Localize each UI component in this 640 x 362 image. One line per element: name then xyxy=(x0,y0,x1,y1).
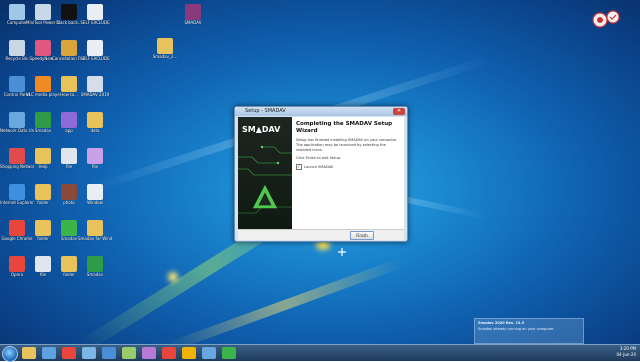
recycle-bin-icon xyxy=(9,40,25,56)
launch-checkbox[interactable]: ✓ xyxy=(296,164,302,170)
document-icon xyxy=(87,40,103,56)
folder-icon xyxy=(35,184,51,200)
smadav-banner: SM▲DAV xyxy=(238,117,292,229)
dialog-body: SM▲DAV Completing the SMADAV Setup Wizar… xyxy=(238,117,404,229)
smadav-icon xyxy=(35,112,51,128)
desktop-icon[interactable]: data xyxy=(78,112,112,133)
app-icon xyxy=(61,112,77,128)
desktop-icon[interactable]: Smadav for Windows 10 xyxy=(78,220,112,241)
close-button[interactable]: ✕ xyxy=(393,108,405,115)
minitool-icon xyxy=(35,4,51,20)
app-icon[interactable] xyxy=(142,347,156,359)
sticker-badge xyxy=(592,10,620,28)
wallpaper-glow xyxy=(168,272,178,282)
smadav-triangle-logo-icon xyxy=(252,184,278,209)
desktop-icon-label: Smadav for Windows 10 xyxy=(78,236,112,241)
app-icon[interactable] xyxy=(82,347,96,359)
desktop-icon-label: SMADAV 2019 xyxy=(80,92,110,97)
ie-icon xyxy=(9,184,25,200)
smadav-icon xyxy=(87,256,103,272)
document-icon xyxy=(157,38,173,54)
dialog-heading: Completing the SMADAV Setup Wizard xyxy=(296,121,393,134)
dialog-titlebar[interactable]: Setup - SMADAV ✕ xyxy=(235,107,407,116)
dialog-content: Completing the SMADAV Setup Wizard Setup… xyxy=(296,121,402,170)
dialog-instruction: Click Finish to exit Setup. xyxy=(296,156,342,160)
photo-icon xyxy=(61,184,77,200)
folder-icon xyxy=(61,256,77,272)
desktop-icon-label: SELF EXCLUDE xyxy=(80,20,110,25)
desktop-icon-label: data xyxy=(90,128,100,133)
desktop-icon-label: Smadav_2... xyxy=(152,54,178,59)
vlc-icon xyxy=(35,76,51,92)
folder-icon xyxy=(87,112,103,128)
winrar-icon xyxy=(185,4,201,20)
desktop-icon-label: SMADAV xyxy=(184,20,202,25)
folder-icon xyxy=(35,148,51,164)
app-icon[interactable] xyxy=(202,347,216,359)
document-icon xyxy=(87,4,103,20)
app-icon xyxy=(35,40,51,56)
dialog-title: Setup - SMADAV xyxy=(245,108,286,114)
desktop-icon[interactable]: SELF EXCLUDE xyxy=(78,4,112,25)
folder-icon xyxy=(35,220,51,236)
opera-icon[interactable] xyxy=(162,347,176,359)
launch-checkbox-row[interactable]: ✓ Launch SMADAV xyxy=(296,164,402,170)
image-file-icon xyxy=(61,4,77,20)
desktop: ComputerMiniTool Power Dat...black back.… xyxy=(0,0,640,344)
circuit-pattern-icon xyxy=(238,145,292,214)
opera-icon xyxy=(9,256,25,272)
chrome-icon xyxy=(9,220,25,236)
document-icon xyxy=(87,148,103,164)
smadav-icon[interactable] xyxy=(222,347,236,359)
chrome-icon[interactable] xyxy=(182,347,196,359)
desktop-icon[interactable]: SELF EXCLUDE xyxy=(78,40,112,61)
desktop-icon[interactable]: Smadav xyxy=(78,256,112,277)
taskbar: 3:20 PM 04-Jun-20 xyxy=(0,344,640,362)
dialog-footer: Finish xyxy=(238,229,404,240)
computer-icon xyxy=(9,4,25,20)
desktop-icon-label: file xyxy=(91,164,99,169)
smadav-icon xyxy=(87,220,103,236)
smadav-icon xyxy=(61,220,77,236)
launch-checkbox-label: Launch SMADAV xyxy=(304,165,334,169)
folder-icon xyxy=(61,76,77,92)
document-icon xyxy=(61,148,77,164)
desktop-icon[interactable]: SMADAV 2019 xyxy=(78,76,112,97)
app-icon[interactable] xyxy=(122,347,136,359)
app-icon[interactable] xyxy=(102,347,116,359)
document-icon xyxy=(87,76,103,92)
media-icon[interactable] xyxy=(42,347,56,359)
notification-text: Smadav already running on your computer. xyxy=(478,327,555,331)
dialog-description: Setup has finished installing SMADAV on … xyxy=(296,138,398,152)
desktop-icon[interactable]: file xyxy=(78,148,112,169)
explorer-icon[interactable] xyxy=(22,347,36,359)
desktop-icon[interactable]: Window xyxy=(78,184,112,205)
finish-button[interactable]: Finish xyxy=(350,231,374,240)
control-panel-icon xyxy=(9,76,25,92)
document-icon xyxy=(35,256,51,272)
chrome-icon[interactable] xyxy=(62,347,76,359)
desktop-icon-smadav-file[interactable]: Smadav_2... xyxy=(148,38,182,59)
clock-date: 04-Jun-20 xyxy=(616,352,636,357)
desktop-icon-label: Window xyxy=(87,200,103,205)
network-icon xyxy=(9,112,25,128)
zip-icon xyxy=(61,40,77,56)
desktop-icon-label: SELF EXCLUDE xyxy=(80,56,110,61)
notification-popup[interactable]: Smadav 2020 Rev. 13.5 Smadav already run… xyxy=(474,318,584,344)
notification-title: Smadav 2020 Rev. 13.5 xyxy=(478,321,525,325)
system-tray[interactable]: 3:20 PM 04-Jun-20 xyxy=(616,346,636,358)
app-icon xyxy=(9,148,25,164)
setup-dialog: Setup - SMADAV ✕ SM▲DAV Completing the S… xyxy=(234,106,408,242)
mouse-cursor-icon xyxy=(338,248,346,256)
desktop-icon-winrar[interactable]: SMADAV xyxy=(176,4,210,25)
document-icon xyxy=(87,184,103,200)
desktop-icon-label: Smadav xyxy=(86,272,104,277)
